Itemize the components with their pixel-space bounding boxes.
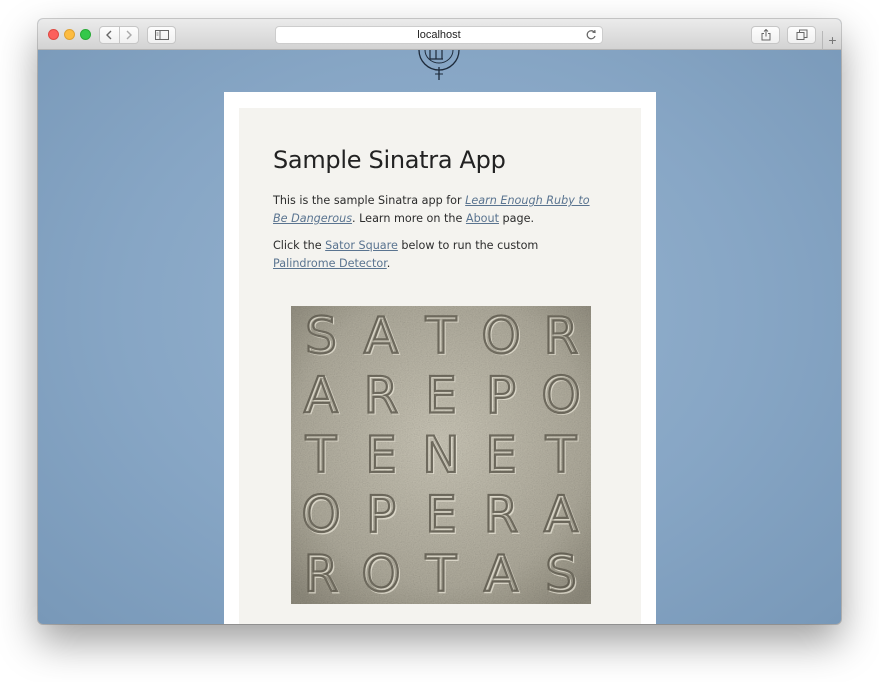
sidebar-button[interactable] [147, 26, 176, 44]
sator-letter-r: R [364, 366, 399, 424]
share-icon [761, 29, 770, 41]
sator-letter-s: S [305, 307, 337, 365]
instruction-text-end: . [386, 257, 391, 270]
content-card: Sample Sinatra App This is the sample Si… [224, 92, 656, 624]
sator-letter-o: O [541, 366, 580, 424]
sator-letter-e: E [425, 366, 457, 424]
instruction-paragraph: Click the Sator Square below to run the … [273, 237, 603, 273]
sidebar-icon [154, 30, 169, 40]
minimize-icon[interactable] [64, 29, 75, 40]
about-link[interactable]: About [466, 212, 499, 225]
back-icon[interactable] [100, 27, 119, 43]
url-text: localhost [417, 29, 461, 41]
sator-letter-s: S [545, 545, 577, 603]
sator-letter-t: T [545, 426, 577, 484]
tabs-button[interactable] [787, 26, 816, 44]
sator-letter-a: A [484, 545, 518, 603]
palindrome-detector-link[interactable]: Palindrome Detector [273, 257, 387, 270]
navigation-buttons [99, 26, 139, 44]
intro-text: This is the sample Sinatra app for [273, 194, 466, 207]
sator-square-image[interactable]: SSAATTOORRAARREEPPOOTTEENNEETTOOPPEERRAA… [291, 306, 591, 605]
page-viewport: Sample Sinatra App This is the sample Si… [38, 50, 841, 624]
instruction-text: Click the [273, 239, 326, 252]
browser-toolbar: localhost + [38, 19, 841, 50]
sator-letter-e: E [485, 426, 517, 484]
page-title: Sample Sinatra App [273, 146, 506, 174]
sator-letter-r: R [304, 545, 339, 603]
zoom-icon[interactable] [80, 29, 91, 40]
sator-letter-o: O [481, 307, 520, 365]
new-tab-icon[interactable]: + [822, 31, 841, 49]
sator-square-link[interactable]: Sator Square [325, 239, 398, 252]
sator-letter-p: P [486, 366, 516, 424]
sator-letter-e: E [365, 426, 397, 484]
sator-letter-a: A [544, 486, 578, 544]
sator-letter-t: T [425, 307, 457, 365]
site-logo [418, 50, 460, 80]
address-bar[interactable]: localhost [275, 26, 603, 44]
sator-letter-a: A [364, 307, 398, 365]
sator-letter-r: R [484, 486, 519, 544]
intro-text-middle: . Learn more on the [352, 212, 466, 225]
close-icon[interactable] [48, 29, 59, 40]
forward-icon[interactable] [118, 27, 139, 43]
sator-letter-o: O [301, 486, 340, 544]
intro-text-end: page. [499, 212, 535, 225]
sator-letter-r: R [544, 307, 579, 365]
tabs-icon [796, 29, 807, 40]
browser-window: localhost + Sample Sinatra App This is t… [38, 19, 841, 624]
sator-letter-t: T [425, 545, 457, 603]
sator-letter-o: O [361, 545, 400, 603]
share-button[interactable] [751, 26, 780, 44]
sator-letter-t: T [305, 426, 337, 484]
sator-square-carving: SS AA TT OO RRAA RR EE PP OOTT EE NN EE TTOO PP EE RR AA… [291, 306, 591, 605]
reload-icon[interactable] [584, 28, 598, 42]
sator-letter-n: N [422, 426, 459, 484]
instruction-text-middle: below to run the custom [397, 239, 539, 252]
content-panel: Sample Sinatra App This is the sample Si… [239, 108, 641, 624]
intro-paragraph: This is the sample Sinatra app for Learn… [273, 192, 603, 228]
sator-letter-a: A [304, 366, 338, 424]
sator-letter-p: P [366, 486, 396, 544]
sator-letter-e: E [425, 486, 457, 544]
